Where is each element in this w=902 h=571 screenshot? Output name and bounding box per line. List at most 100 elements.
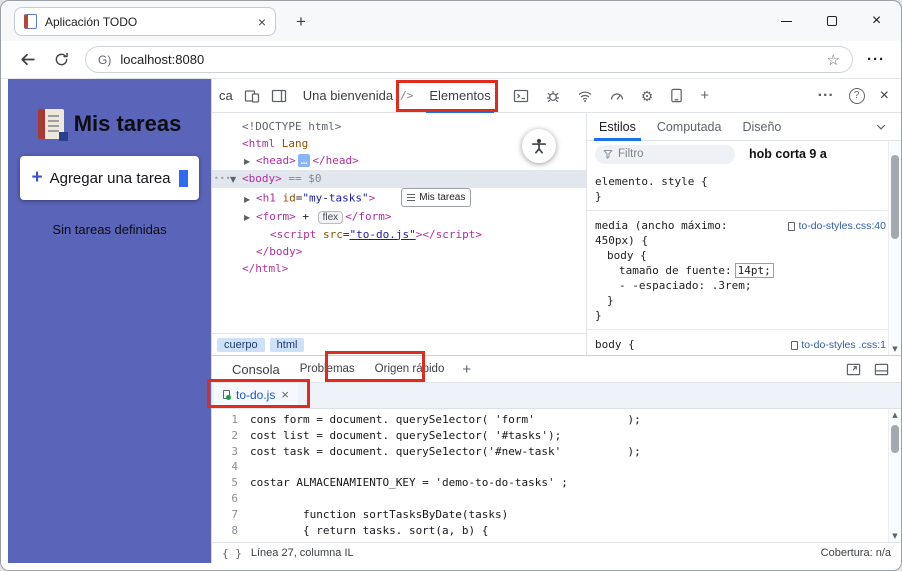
- code-scrollbar[interactable]: ▲ ▼: [888, 409, 901, 542]
- tab-elements[interactable]: Elementos: [423, 79, 496, 113]
- performance-gauge-icon[interactable]: [609, 88, 625, 104]
- stylesheet-link[interactable]: to-do-styles.css:40: [788, 219, 886, 234]
- device-emulation-icon[interactable]: [669, 88, 684, 103]
- pretty-print-icon[interactable]: { }: [222, 547, 242, 560]
- site-info-badge[interactable]: G): [98, 53, 111, 67]
- style-rule-line[interactable]: media (ancho máximo: to-do-styles.css:40: [587, 218, 888, 233]
- back-button[interactable]: [19, 51, 36, 68]
- code-line[interactable]: 6: [212, 491, 888, 507]
- dom-tree-row[interactable]: </body>: [212, 243, 586, 260]
- style-rule-line[interactable]: body {: [587, 248, 888, 263]
- dom-tree-row[interactable]: </html>: [212, 260, 586, 277]
- app-header: Mis tareas: [8, 109, 211, 141]
- dom-tree-row[interactable]: ▶ <form> + flex </form>: [212, 208, 586, 226]
- style-rule-line[interactable]: }: [587, 308, 888, 323]
- css-text: media (ancho máximo:: [595, 219, 728, 232]
- styles-toolbar-text[interactable]: hob corta 9 a: [749, 147, 827, 161]
- stylesheet-link[interactable]: to-do-styles .css:1: [791, 338, 886, 353]
- browser-menu-kebab-icon[interactable]: ···: [867, 51, 885, 68]
- source-code-editor[interactable]: 1 cons form = document. querySe1ector( 'f…: [212, 409, 888, 542]
- scrollbar-thumb[interactable]: [891, 425, 899, 453]
- dom-tree-row[interactable]: ••• ▼ <body> == $0: [212, 170, 586, 188]
- tab-quick-source[interactable]: Origen rápido: [375, 363, 445, 375]
- tab-issues[interactable]: Problemas: [300, 363, 355, 375]
- line-number: 7: [231, 507, 238, 521]
- styles-filter-input[interactable]: Filtro: [595, 144, 735, 164]
- minimize-button[interactable]: [764, 1, 809, 41]
- stylesheet-link-label: to-do-styles .css:1: [801, 339, 886, 351]
- tab-welcome[interactable]: Una bienvenida: [297, 79, 399, 113]
- more-options-kebab-icon[interactable]: ···: [818, 87, 834, 105]
- device-toolbar-icon[interactable]: [244, 88, 260, 104]
- style-rule-line[interactable]: tamaño de fuente: 14pt;: [587, 263, 888, 278]
- line-number: 2: [231, 428, 238, 442]
- tab-console[interactable]: Consola: [232, 362, 280, 377]
- refresh-button[interactable]: [54, 52, 69, 67]
- code-token: <body>: [242, 172, 282, 185]
- bug-icon[interactable]: [545, 88, 561, 104]
- more-tools-plus-icon[interactable]: +: [700, 88, 709, 103]
- caret-down-icon[interactable]: ▼: [230, 171, 242, 188]
- main-content: Mis tareas + Agregar una tarea Sin tarea…: [1, 79, 901, 570]
- dom-tree-row[interactable]: ▶ <h1 id="my-tasks"> Mis tareas: [212, 188, 586, 208]
- caret-right-icon[interactable]: ▶: [244, 191, 256, 208]
- devtools-toolbar: ca Una bienvenida /> Elementos ⚙ + ··· ?…: [212, 79, 901, 113]
- caret-right-icon[interactable]: ▶: [244, 209, 256, 226]
- browser-tab[interactable]: Aplicación TODO ×: [14, 7, 276, 36]
- url-text[interactable]: localhost:8080: [120, 52, 817, 67]
- css-text: body {: [595, 338, 635, 351]
- line-number: 8: [231, 523, 238, 537]
- help-icon[interactable]: ?: [848, 87, 865, 104]
- add-drawer-tab-icon[interactable]: +: [462, 361, 471, 378]
- close-devtools-icon[interactable]: ×: [880, 87, 889, 105]
- new-tab-button[interactable]: +: [296, 12, 306, 32]
- accessibility-inspect-button[interactable]: [522, 129, 556, 163]
- close-window-button[interactable]: ×: [854, 1, 899, 41]
- style-rule-line[interactable]: 450px) {: [587, 233, 888, 248]
- css-value-editbox[interactable]: 14pt;: [734, 263, 774, 278]
- dom-tree-row[interactable]: <script src="to-do.js"></script>: [212, 226, 586, 243]
- scroll-down-icon[interactable]: ▼: [889, 532, 901, 540]
- code-line[interactable]: 8 { return tasks. sort(a, b) {: [212, 523, 888, 539]
- close-file-tab-icon[interactable]: ×: [281, 387, 289, 402]
- tab-close-icon[interactable]: ×: [258, 14, 266, 30]
- dock-panel-icon[interactable]: [271, 88, 287, 104]
- settings-gear-icon[interactable]: ⚙: [641, 89, 654, 103]
- style-rule-line[interactable]: }: [587, 189, 888, 204]
- style-rule-line[interactable]: elemento. style {: [587, 174, 888, 189]
- code-line[interactable]: 2 cost list = document. querySe1ector( '#…: [212, 428, 888, 444]
- chevron-down-icon[interactable]: [875, 121, 887, 133]
- row-actions-dots[interactable]: •••: [214, 170, 231, 187]
- file-tab-todojs[interactable]: to-do.js ×: [214, 383, 298, 408]
- tab-styles[interactable]: Estilos: [590, 113, 645, 141]
- style-rule-line[interactable]: - -espaciado: .3rem;: [587, 278, 888, 293]
- network-wifi-icon[interactable]: [577, 88, 593, 104]
- expand-drawer-icon[interactable]: [846, 362, 861, 377]
- favorite-star-icon[interactable]: ☆: [827, 51, 840, 69]
- style-rule-line[interactable]: body { to-do-styles .css:1: [587, 337, 888, 352]
- maximize-button[interactable]: [809, 1, 854, 41]
- code-line[interactable]: 4: [212, 459, 888, 475]
- scroll-up-icon[interactable]: ▲: [889, 411, 901, 419]
- breadcrumb-item-body[interactable]: cuerpo: [217, 337, 265, 352]
- add-task-button[interactable]: + Agregar una tarea: [20, 156, 199, 200]
- console-panel-icon[interactable]: [513, 88, 529, 104]
- style-rule-line[interactable]: }: [587, 293, 888, 308]
- code-line[interactable]: 5 costar ALMACENAMIENTO_KEY = 'demo-to-do…: [212, 475, 888, 491]
- code-line[interactable]: 7 function sortTasksByDate(tasks): [212, 507, 888, 523]
- code-line[interactable]: 1 cons form = document. querySe1ector( 'f…: [212, 412, 888, 428]
- code-line[interactable]: 3 cost task = document. querySe1ector('#n…: [212, 444, 888, 460]
- file-icon: [791, 341, 799, 350]
- css-text: }: [607, 294, 614, 307]
- source-file-tabs: to-do.js ×: [212, 383, 901, 409]
- caret-right-icon[interactable]: ▶: [244, 153, 256, 170]
- styles-scrollbar[interactable]: ▼: [888, 141, 901, 355]
- breadcrumb-item-html[interactable]: html: [269, 337, 305, 352]
- address-bar[interactable]: G) localhost:8080 ☆: [85, 46, 853, 73]
- tab-layout[interactable]: Diseño: [733, 113, 790, 141]
- styles-tabs: Estilos Computada Diseño: [587, 113, 901, 141]
- scroll-down-icon[interactable]: ▼: [889, 345, 901, 353]
- dock-bottom-icon[interactable]: [874, 362, 889, 377]
- scrollbar-thumb[interactable]: [891, 155, 899, 239]
- tab-computed[interactable]: Computada: [648, 113, 731, 141]
